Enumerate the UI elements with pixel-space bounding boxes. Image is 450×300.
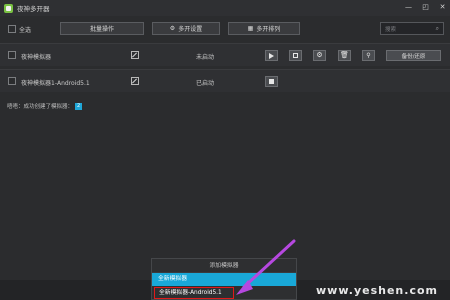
- title-bar: 夜神多开器 — ◰ ✕: [0, 0, 450, 16]
- stop-icon[interactable]: [265, 76, 278, 87]
- multi-settings-label: 多开设置: [178, 26, 203, 33]
- status-count-badge: 2: [75, 102, 83, 110]
- emulator-row: 夜神模拟器1-Android5.1 已启动: [0, 69, 450, 92]
- screenshot-icon[interactable]: [289, 50, 302, 61]
- multi-settings-button[interactable]: ⚙ 多开设置: [152, 22, 220, 35]
- batch-operation-button[interactable]: 批量操作: [60, 22, 144, 35]
- delete-icon[interactable]: 🗑: [338, 50, 351, 61]
- multi-arrange-label: 多开排列: [256, 26, 281, 33]
- arrange-icon: ▦: [247, 25, 254, 32]
- batch-operation-label: 批量操作: [89, 26, 114, 33]
- settings-icon[interactable]: ⚙: [313, 50, 326, 61]
- shortcut-icon[interactable]: ⚲: [362, 50, 375, 61]
- minimize-icon[interactable]: —: [404, 3, 413, 12]
- edit-name-icon[interactable]: [131, 51, 139, 59]
- row-checkbox[interactable]: [8, 77, 16, 85]
- menu-item-new-emulator[interactable]: 全新模拟器: [152, 273, 296, 286]
- emulator-name: 夜神模拟器1-Android5.1: [21, 80, 90, 87]
- search-input[interactable]: 搜索 ⌕: [380, 22, 444, 35]
- window-title: 夜神多开器: [17, 5, 50, 13]
- watermark: www.yeshen.com: [316, 284, 438, 297]
- restore-icon[interactable]: ◰: [421, 3, 430, 12]
- add-emulator-header[interactable]: 添加模拟器: [152, 259, 296, 273]
- add-emulator-menu: 添加模拟器 全新模拟器 全新模拟器-Android5.1: [151, 258, 297, 300]
- menu-item-new-emulator-android51[interactable]: 全新模拟器-Android5.1: [154, 287, 234, 299]
- play-icon[interactable]: [265, 50, 278, 61]
- search-placeholder: 搜索: [385, 26, 397, 33]
- search-icon: ⌕: [435, 25, 439, 32]
- window-controls: — ◰ ✕: [404, 3, 447, 12]
- multi-arrange-button[interactable]: ▦ 多开排列: [228, 22, 300, 35]
- emulator-name: 夜神模拟器: [21, 54, 52, 61]
- backup-restore-button[interactable]: 备份/还原: [386, 50, 441, 61]
- emulator-row: 夜神模拟器 未启动 ⚙ 🗑 ⚲ 备份/还原: [0, 43, 450, 66]
- nox-logo-icon: [4, 3, 13, 13]
- status-message: 唔唔：成功创建了模拟器： 2: [7, 102, 83, 110]
- select-all-label: 全选: [19, 27, 32, 34]
- close-icon[interactable]: ✕: [438, 3, 447, 12]
- row-checkbox[interactable]: [8, 51, 16, 59]
- status-message-text: 唔唔：成功创建了模拟器：: [7, 104, 74, 110]
- gear-icon: ⚙: [169, 25, 176, 32]
- edit-name-icon[interactable]: [131, 77, 139, 85]
- select-all-checkbox[interactable]: [8, 25, 16, 33]
- emulator-status: 未启动: [196, 54, 215, 61]
- emulator-status: 已启动: [196, 80, 215, 87]
